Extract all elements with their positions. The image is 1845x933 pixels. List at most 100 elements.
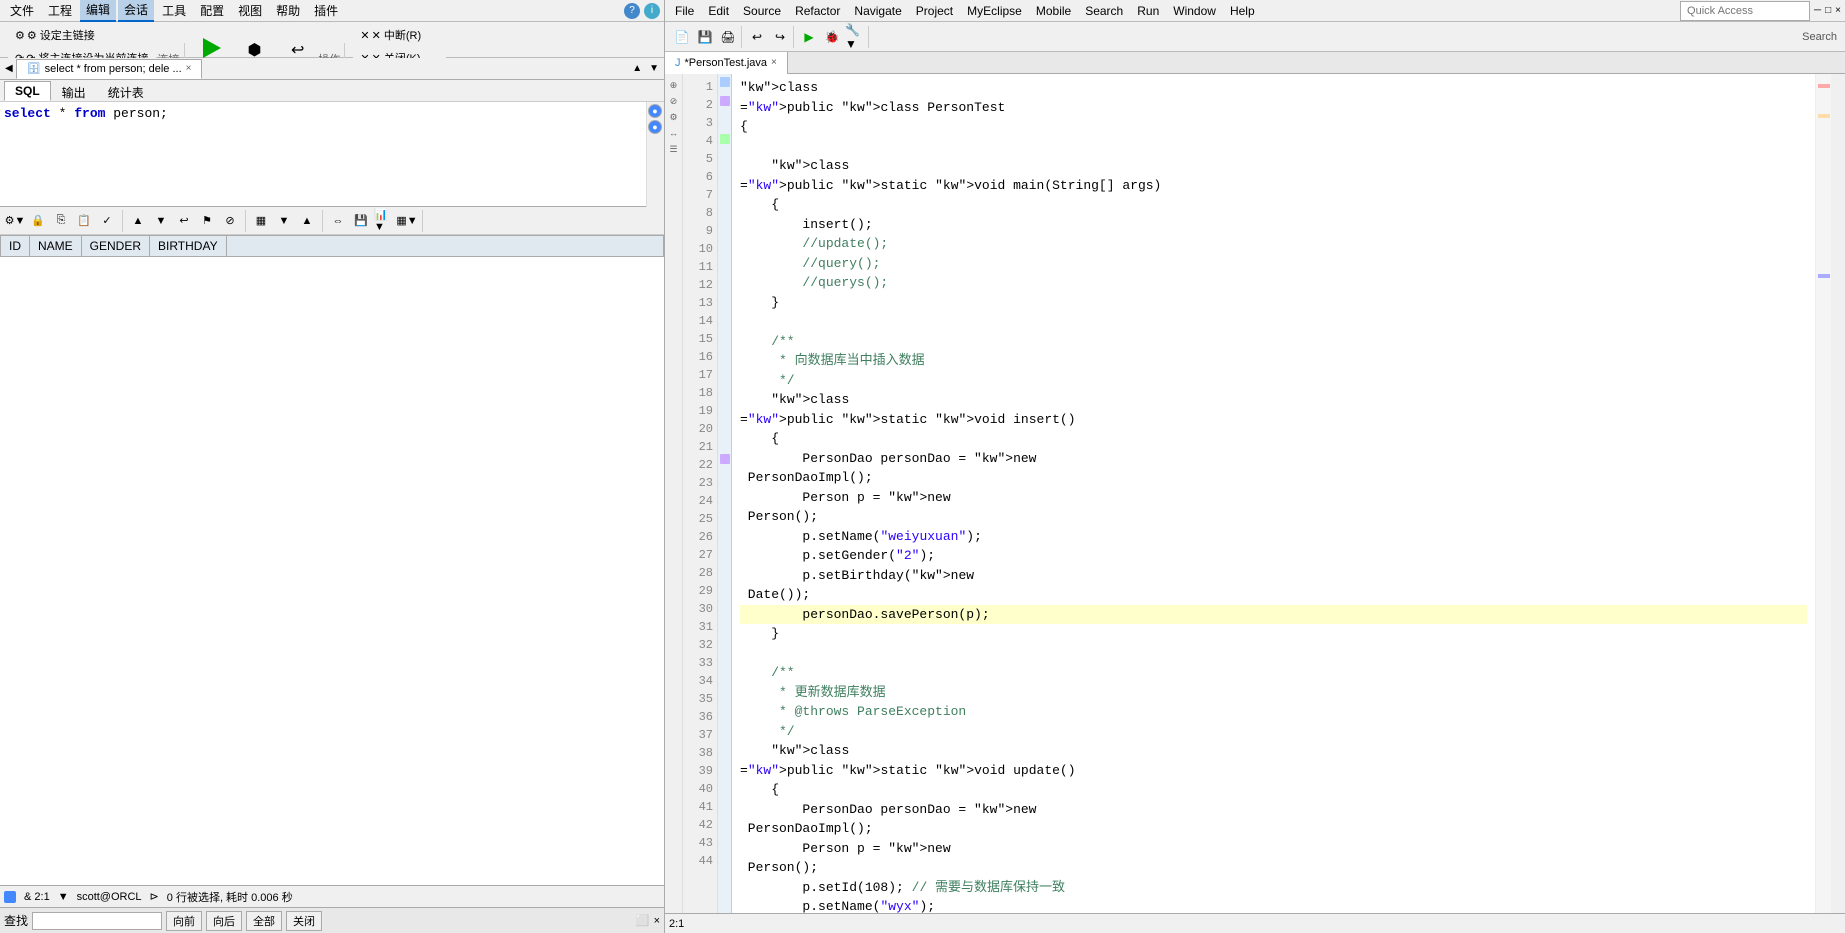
tb-print-btn[interactable]: 🖨 <box>717 26 739 48</box>
eclipse-menu-navigate[interactable]: Navigate <box>848 2 907 20</box>
result-chart2-btn[interactable]: 📊▼ <box>373 210 395 232</box>
panel-icon[interactable]: ⬜ <box>636 914 650 927</box>
result-lock-btn[interactable]: 🔒 <box>27 210 49 232</box>
eclipse-menu-run[interactable]: Run <box>1131 2 1165 20</box>
tb-save-btn[interactable]: 💾 <box>694 26 716 48</box>
eclipse-status-pos: 2:1 <box>669 918 684 930</box>
eclipse-menu-mobile[interactable]: Mobile <box>1030 2 1077 20</box>
eclipse-max-icon[interactable]: □ <box>1825 5 1831 16</box>
menu-session[interactable]: 会话 <box>118 0 154 22</box>
eclipse-menu-file[interactable]: File <box>669 2 700 20</box>
gear-icon: ⚙ <box>15 29 25 42</box>
eclipse-menu-help[interactable]: Help <box>1224 2 1261 20</box>
code-line: personDao.savePerson(p); <box>740 605 1807 625</box>
result-grid-btn[interactable]: ▦ <box>250 210 272 232</box>
result-btn-group-4: ⇔ 💾 📊▼ ▦▼ <box>327 210 423 232</box>
search-forward-btn[interactable]: 向前 <box>166 911 202 931</box>
eclipse-close-icon[interactable]: × <box>1835 5 1841 16</box>
result-settings-btn[interactable]: ⚙▼ <box>4 210 26 232</box>
tab-scroll-left[interactable]: ◀ <box>2 63 16 74</box>
eclipse-menu-source[interactable]: Source <box>737 2 787 20</box>
eclipse-menu-refactor[interactable]: Refactor <box>789 2 846 20</box>
eclipse-toolbar: 📄 💾 🖨 ↩ ↪ ▶ 🐞 🔧▼ Search <box>665 22 1845 52</box>
result-check-btn[interactable]: ✓ <box>96 210 118 232</box>
code-gutter <box>718 74 732 913</box>
result-move-up-btn[interactable]: ▲ <box>127 210 149 232</box>
result-save-btn[interactable]: 💾 <box>350 210 372 232</box>
eclipse-menu-search[interactable]: Search <box>1079 2 1129 20</box>
status-message: 0 行被选择, 耗时 0.006 秒 <box>167 889 293 905</box>
result-btn-group-1: ⚙▼ 🔒 ⎘ 📋 ✓ <box>4 210 123 232</box>
sub-tab-sql[interactable]: SQL <box>4 81 51 101</box>
eclipse-menu-myeclipse[interactable]: MyEclipse <box>961 2 1028 20</box>
sql-tab[interactable]: 🗄 select * from person; dele ... × <box>16 59 203 79</box>
code-line: "kw">class <box>740 741 1807 761</box>
result-paste-btn[interactable]: 📋 <box>73 210 95 232</box>
sidebar-icon-5[interactable]: ☰ <box>667 142 681 156</box>
menu-help[interactable]: 帮助 <box>270 0 306 21</box>
set-main-connection-btn[interactable]: ⚙ ⚙ 设定主链接 <box>8 24 156 46</box>
menu-plugin[interactable]: 插件 <box>308 0 344 21</box>
db-icon: 🗄 <box>27 62 41 75</box>
result-redo-btn[interactable]: ⚑ <box>196 210 218 232</box>
eclipse-menu-edit[interactable]: Edit <box>702 2 735 20</box>
menu-edit[interactable]: 编辑 <box>80 0 116 22</box>
result-filter-btn[interactable]: ⊘ <box>219 210 241 232</box>
quick-access-input[interactable] <box>1680 1 1810 21</box>
tb-debug-btn[interactable]: 🐞 <box>821 26 843 48</box>
java-icon: J <box>675 57 681 69</box>
menu-file[interactable]: 文件 <box>4 0 40 21</box>
tab-close-icon[interactable]: × <box>186 63 192 74</box>
java-file-tab[interactable]: J *PersonTest.java × <box>665 52 788 74</box>
sql-input[interactable]: select * from person; <box>0 102 664 207</box>
result-move-down-btn[interactable]: ▼ <box>150 210 172 232</box>
menu-project[interactable]: 工程 <box>42 0 78 21</box>
result-undo-btn[interactable]: ↩ <box>173 210 195 232</box>
result-copy-btn[interactable]: ⎘ <box>50 210 72 232</box>
scroll-down-btn[interactable]: ▼ <box>646 63 662 74</box>
right-mark-1 <box>1818 84 1830 88</box>
sidebar-icon-1[interactable]: ⊕ <box>667 78 681 92</box>
sidebar-icon-3[interactable]: ⚙ <box>667 110 681 124</box>
help-icon[interactable]: ? <box>624 3 640 19</box>
sql-btn-1[interactable]: ● <box>648 104 662 118</box>
sidebar-icon-4[interactable]: ↔ <box>667 126 681 140</box>
search-backward-btn[interactable]: 向后 <box>206 911 242 931</box>
info-icon[interactable]: i <box>644 3 660 19</box>
tb-redo-btn[interactable]: ↪ <box>769 26 791 48</box>
tb-undo-btn[interactable]: ↩ <box>746 26 768 48</box>
search-all-btn[interactable]: 全部 <box>246 911 282 931</box>
menu-config[interactable]: 配置 <box>194 0 230 21</box>
result-grid2-btn[interactable]: ▼ <box>273 210 295 232</box>
search-input[interactable] <box>32 912 162 930</box>
rollback-icon: ↩ <box>291 40 304 60</box>
tab-label: select * from person; dele ... <box>45 63 182 75</box>
result-table2-btn[interactable]: ▦▼ <box>396 210 418 232</box>
eclipse-menu-window[interactable]: Window <box>1167 2 1222 20</box>
sub-tab-stats[interactable]: 统计表 <box>97 81 155 101</box>
sub-tab-output[interactable]: 输出 <box>51 81 97 101</box>
editor-tab-close[interactable]: × <box>771 57 777 68</box>
menu-view[interactable]: 视图 <box>232 0 268 21</box>
code-line: */ <box>740 722 1807 742</box>
scroll-up-btn[interactable]: ▲ <box>629 63 645 74</box>
stop-icon: ✕ <box>360 29 369 42</box>
search-close-btn[interactable]: 关闭 <box>286 911 322 931</box>
code-line: p.setBirthday("kw">new <box>740 566 1807 586</box>
eclipse-min-icon[interactable]: ─ <box>1814 5 1821 16</box>
tb-run-btn[interactable]: ▶ <box>798 26 820 48</box>
code-content[interactable]: "kw">class="kw">public "kw">class Person… <box>732 74 1815 913</box>
result-chart-btn[interactable]: ▲ <box>296 210 318 232</box>
sql-btn-2[interactable]: ● <box>648 120 662 134</box>
menu-tools[interactable]: 工具 <box>156 0 192 21</box>
tb-ext-tools-btn[interactable]: 🔧▼ <box>844 26 866 48</box>
sidebar-icon-2[interactable]: ⊘ <box>667 94 681 108</box>
panel-close-icon[interactable]: × <box>654 915 660 927</box>
stop-btn[interactable]: ✕ ✕ 中断(R) <box>353 24 446 46</box>
result-link-btn[interactable]: ⇔ <box>327 210 349 232</box>
code-line: /** <box>740 332 1807 352</box>
eclipse-menu-project[interactable]: Project <box>910 2 959 20</box>
code-line: * 更新数据库数据 <box>740 683 1807 703</box>
tb-new-btn[interactable]: 📄 <box>671 26 693 48</box>
result-btn-group-3: ▦ ▼ ▲ <box>250 210 323 232</box>
